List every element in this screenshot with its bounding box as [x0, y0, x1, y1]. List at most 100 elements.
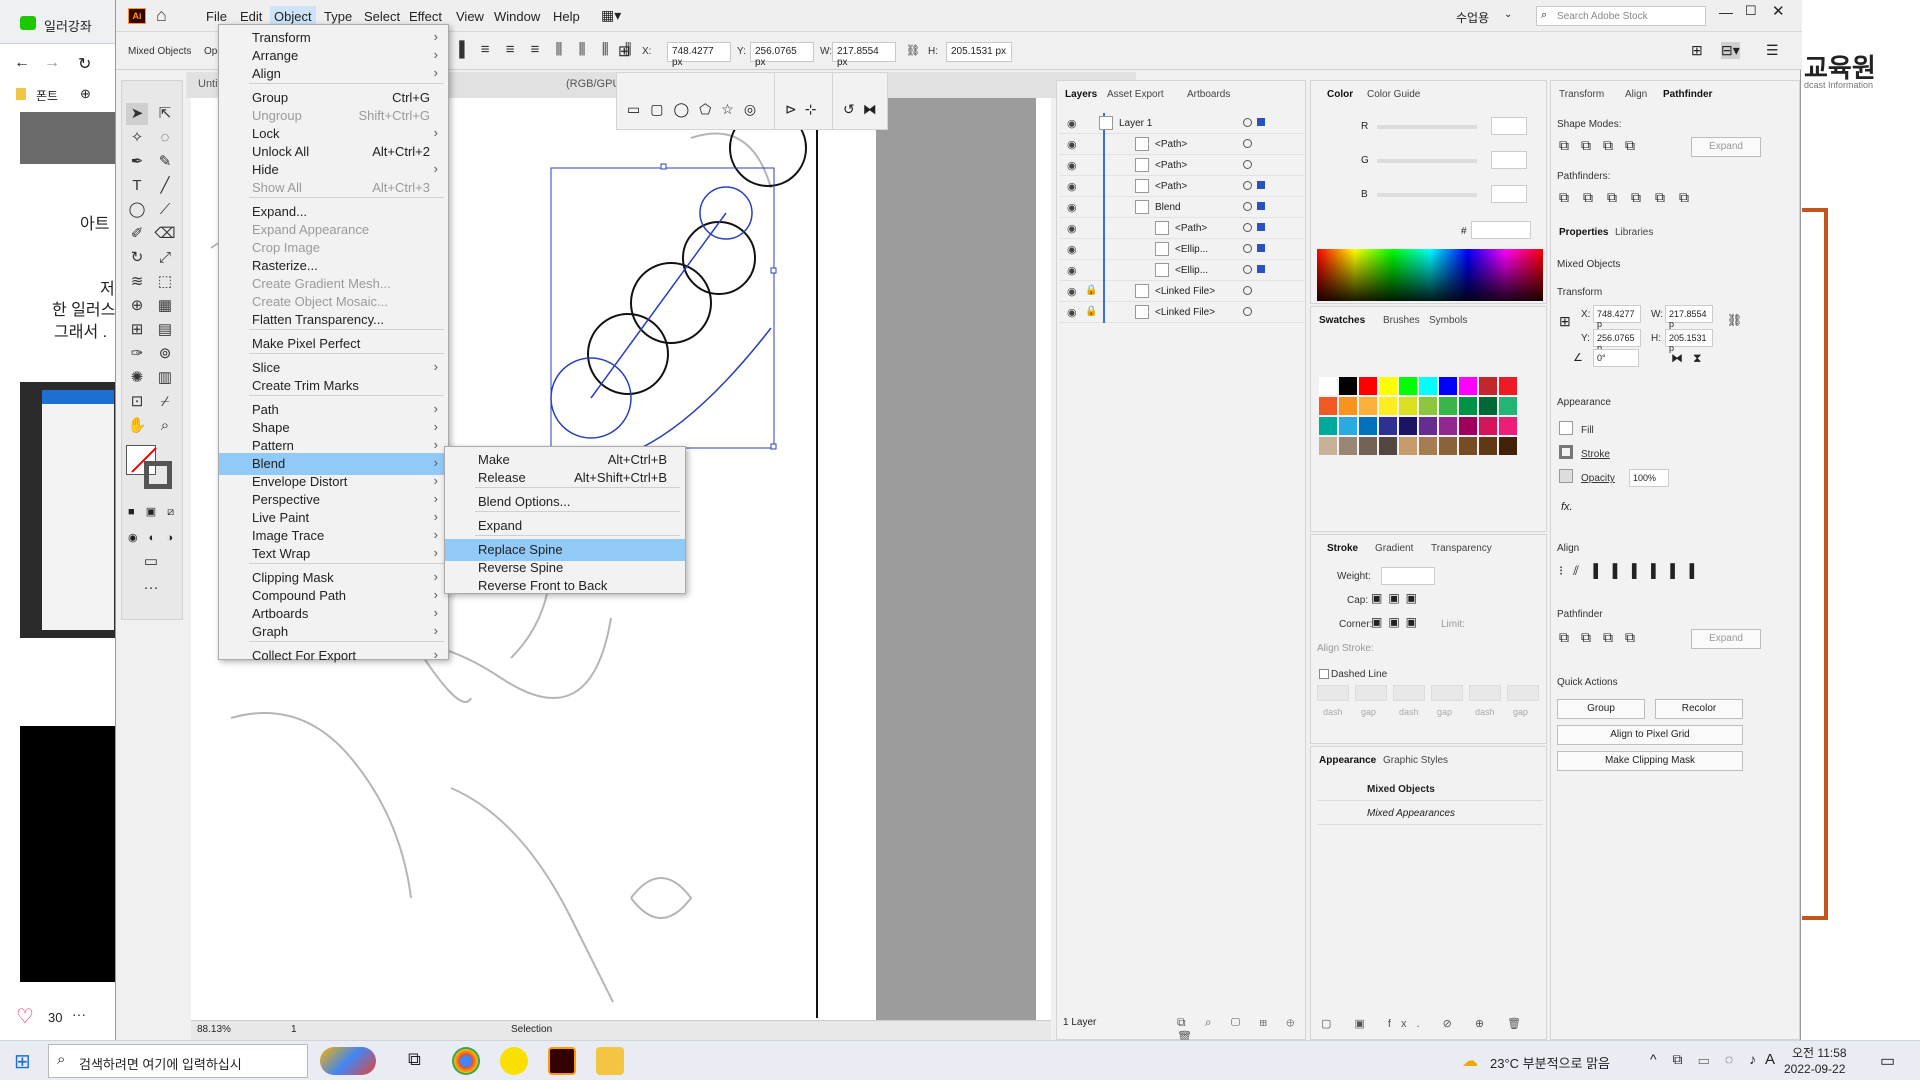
menu-file[interactable]: File	[206, 9, 227, 24]
appearance-footer-icons[interactable]: ▢ ▣ fx. ⊘ ⊕ 🗑	[1321, 1017, 1531, 1030]
x-field[interactable]: 748.4277 px	[667, 42, 731, 68]
pen-tools-icons[interactable]: ⊳⊹	[785, 101, 824, 118]
eraser-icon[interactable]: ⌫	[154, 223, 176, 245]
browser-tab[interactable]: 일러강좌	[0, 0, 118, 44]
color-swatch[interactable]	[1459, 377, 1477, 395]
angle-field[interactable]: 0°	[1593, 349, 1639, 367]
menu-view[interactable]: View	[456, 9, 484, 24]
zoom-tool-icon[interactable]: ⌕	[154, 415, 176, 437]
hand-tool-icon[interactable]: ✋	[126, 415, 148, 437]
visibility-eye-icon[interactable]: ◉	[1067, 201, 1077, 214]
group-button[interactable]: Group	[1557, 699, 1645, 719]
properties-icon[interactable]: ⊟▾	[1721, 42, 1740, 59]
tab-transform[interactable]: Transform	[1559, 89, 1604, 100]
visibility-eye-icon[interactable]: ◉	[1067, 264, 1077, 277]
color-swatch[interactable]	[1359, 417, 1377, 435]
color-spectrum[interactable]	[1317, 249, 1543, 301]
layer-row[interactable]: ◉ <Path>	[1059, 176, 1304, 197]
w-field[interactable]: 217.8554 px	[832, 42, 896, 68]
rotate-tool-icon[interactable]: ↻	[126, 247, 148, 269]
hex-field[interactable]	[1471, 221, 1531, 239]
tab-stroke[interactable]: Stroke	[1327, 543, 1358, 554]
b-field[interactable]	[1491, 185, 1527, 203]
ellipse-tool-icon[interactable]: ◯	[126, 199, 148, 221]
notification-icon[interactable]: ▭	[1880, 1051, 1895, 1071]
transform-grid-icon[interactable]: ⊞	[618, 42, 631, 60]
tab-artboards[interactable]: Artboards	[1187, 89, 1230, 100]
color-swatch[interactable]	[1479, 417, 1497, 435]
tab-symbols[interactable]: Symbols	[1429, 315, 1467, 326]
chevron-down-icon[interactable]: ⌄	[1504, 9, 1512, 20]
layer-row[interactable]: ◉ 🔒 <Linked File>	[1059, 302, 1304, 323]
color-swatch[interactable]	[1359, 377, 1377, 395]
magic-wand-icon[interactable]: ✧	[126, 127, 148, 149]
recolor-button[interactable]: Recolor	[1655, 699, 1743, 719]
selection-tool-icon[interactable]: ➤	[126, 103, 148, 125]
align-pixel-grid-button[interactable]: Align to Pixel Grid	[1557, 725, 1743, 745]
curvature-tool-icon[interactable]: ✎	[154, 151, 176, 173]
color-swatch[interactable]	[1379, 377, 1397, 395]
stock-search-field[interactable]: ⌕ Search Adobe Stock	[1536, 6, 1706, 26]
edit-toolbar-icon[interactable]: ···	[140, 577, 162, 599]
tab-appearance[interactable]: Appearance	[1319, 755, 1376, 766]
target-circle-icon[interactable]	[1243, 286, 1252, 295]
color-swatch[interactable]	[1319, 437, 1337, 455]
type-tool-icon[interactable]: T	[126, 175, 148, 197]
color-swatch[interactable]	[1499, 397, 1517, 415]
align-buttons-props[interactable]: ⁝⫽▐▐▐▐▐▐	[1559, 563, 1704, 579]
h-field[interactable]: 205.1531 px	[946, 42, 1012, 62]
shape-mode-buttons[interactable]: ⧉⧉⧉⧉	[1559, 137, 1647, 154]
object-menu-item-graph[interactable]: Graph ›	[219, 621, 448, 643]
news-widget-icon[interactable]	[320, 1047, 376, 1075]
pathfinder-buttons[interactable]: ⧉⧉⧉⧉⧉⧉	[1559, 189, 1703, 206]
color-swatch[interactable]	[1399, 377, 1417, 395]
target-circle-icon[interactable]	[1243, 139, 1252, 148]
arrange-icon[interactable]: ⊞	[1691, 42, 1703, 59]
input-language[interactable]: A	[1765, 1051, 1775, 1068]
color-swatch[interactable]	[1319, 417, 1337, 435]
color-swatch[interactable]	[1399, 397, 1417, 415]
menu-type[interactable]: Type	[324, 9, 352, 24]
file-explorer-icon[interactable]	[596, 1047, 624, 1075]
arrange-docs-icon[interactable]: ▦▾	[601, 7, 621, 24]
reload-icon[interactable]: ↻	[78, 54, 91, 74]
layer-row[interactable]: ◉ <Path>	[1059, 155, 1304, 176]
tab-swatches[interactable]: Swatches	[1319, 315, 1365, 326]
shape-expand-button[interactable]: Expand	[1691, 137, 1761, 157]
weather-text[interactable]: 23°C 부분적으로 맑음	[1490, 1053, 1610, 1072]
blend-menu-item-release[interactable]: Release Alt+Shift+Ctrl+B	[445, 467, 685, 489]
zoom-level[interactable]: 88.13%	[197, 1024, 231, 1035]
tray-icons[interactable]: ^ ⧉ ▭ ◌ ♪	[1650, 1051, 1762, 1068]
layer-row[interactable]: ◉ Blend	[1059, 197, 1304, 218]
perspective-grid-icon[interactable]: ▦	[154, 295, 176, 317]
object-menu-item-make-pixel-perfect[interactable]: Make Pixel Perfect	[219, 333, 448, 355]
color-swatch[interactable]	[1439, 417, 1457, 435]
y-field[interactable]: 256.0765 px	[750, 42, 814, 68]
selection-indicator[interactable]	[1257, 244, 1265, 252]
pathfinder-expand-button[interactable]: Expand	[1691, 629, 1761, 649]
mesh-tool-icon[interactable]: ⊞	[126, 319, 148, 341]
heart-icon[interactable]: ♡	[16, 1004, 34, 1029]
tab-color[interactable]: Color	[1327, 89, 1353, 100]
forward-icon[interactable]: →	[44, 54, 60, 72]
warp-tool-icon[interactable]: ≋	[126, 271, 148, 293]
shape-builder-icon[interactable]: ⊕	[126, 295, 148, 317]
scale-tool-icon[interactable]: ⤢	[154, 247, 176, 269]
color-swatch[interactable]	[1439, 377, 1457, 395]
menu-effect[interactable]: Effect	[409, 9, 442, 24]
selection-indicator[interactable]	[1257, 265, 1265, 273]
artboard-tool-icon[interactable]: ⊡	[126, 391, 148, 413]
color-swatch[interactable]	[1339, 397, 1357, 415]
props-x-field[interactable]: 748.4277 p	[1593, 305, 1641, 329]
tab-brushes[interactable]: Brushes	[1383, 315, 1420, 326]
windows-start-icon[interactable]: ⊞	[14, 1049, 31, 1074]
paintbrush-icon[interactable]: ⟋	[154, 199, 176, 221]
task-view-icon[interactable]: ⧉	[408, 1049, 421, 1070]
minimize-button[interactable]: —	[1719, 4, 1733, 20]
layer-row[interactable]: ◉ <Path>	[1059, 218, 1304, 239]
color-swatch[interactable]	[1359, 397, 1377, 415]
bookmark-label[interactable]: 폰트	[36, 87, 58, 104]
object-menu-item-create-trim-marks[interactable]: Create Trim Marks	[219, 375, 448, 397]
visibility-eye-icon[interactable]: ◉	[1067, 243, 1077, 256]
screen-mode-icon[interactable]: ▭	[140, 551, 162, 573]
